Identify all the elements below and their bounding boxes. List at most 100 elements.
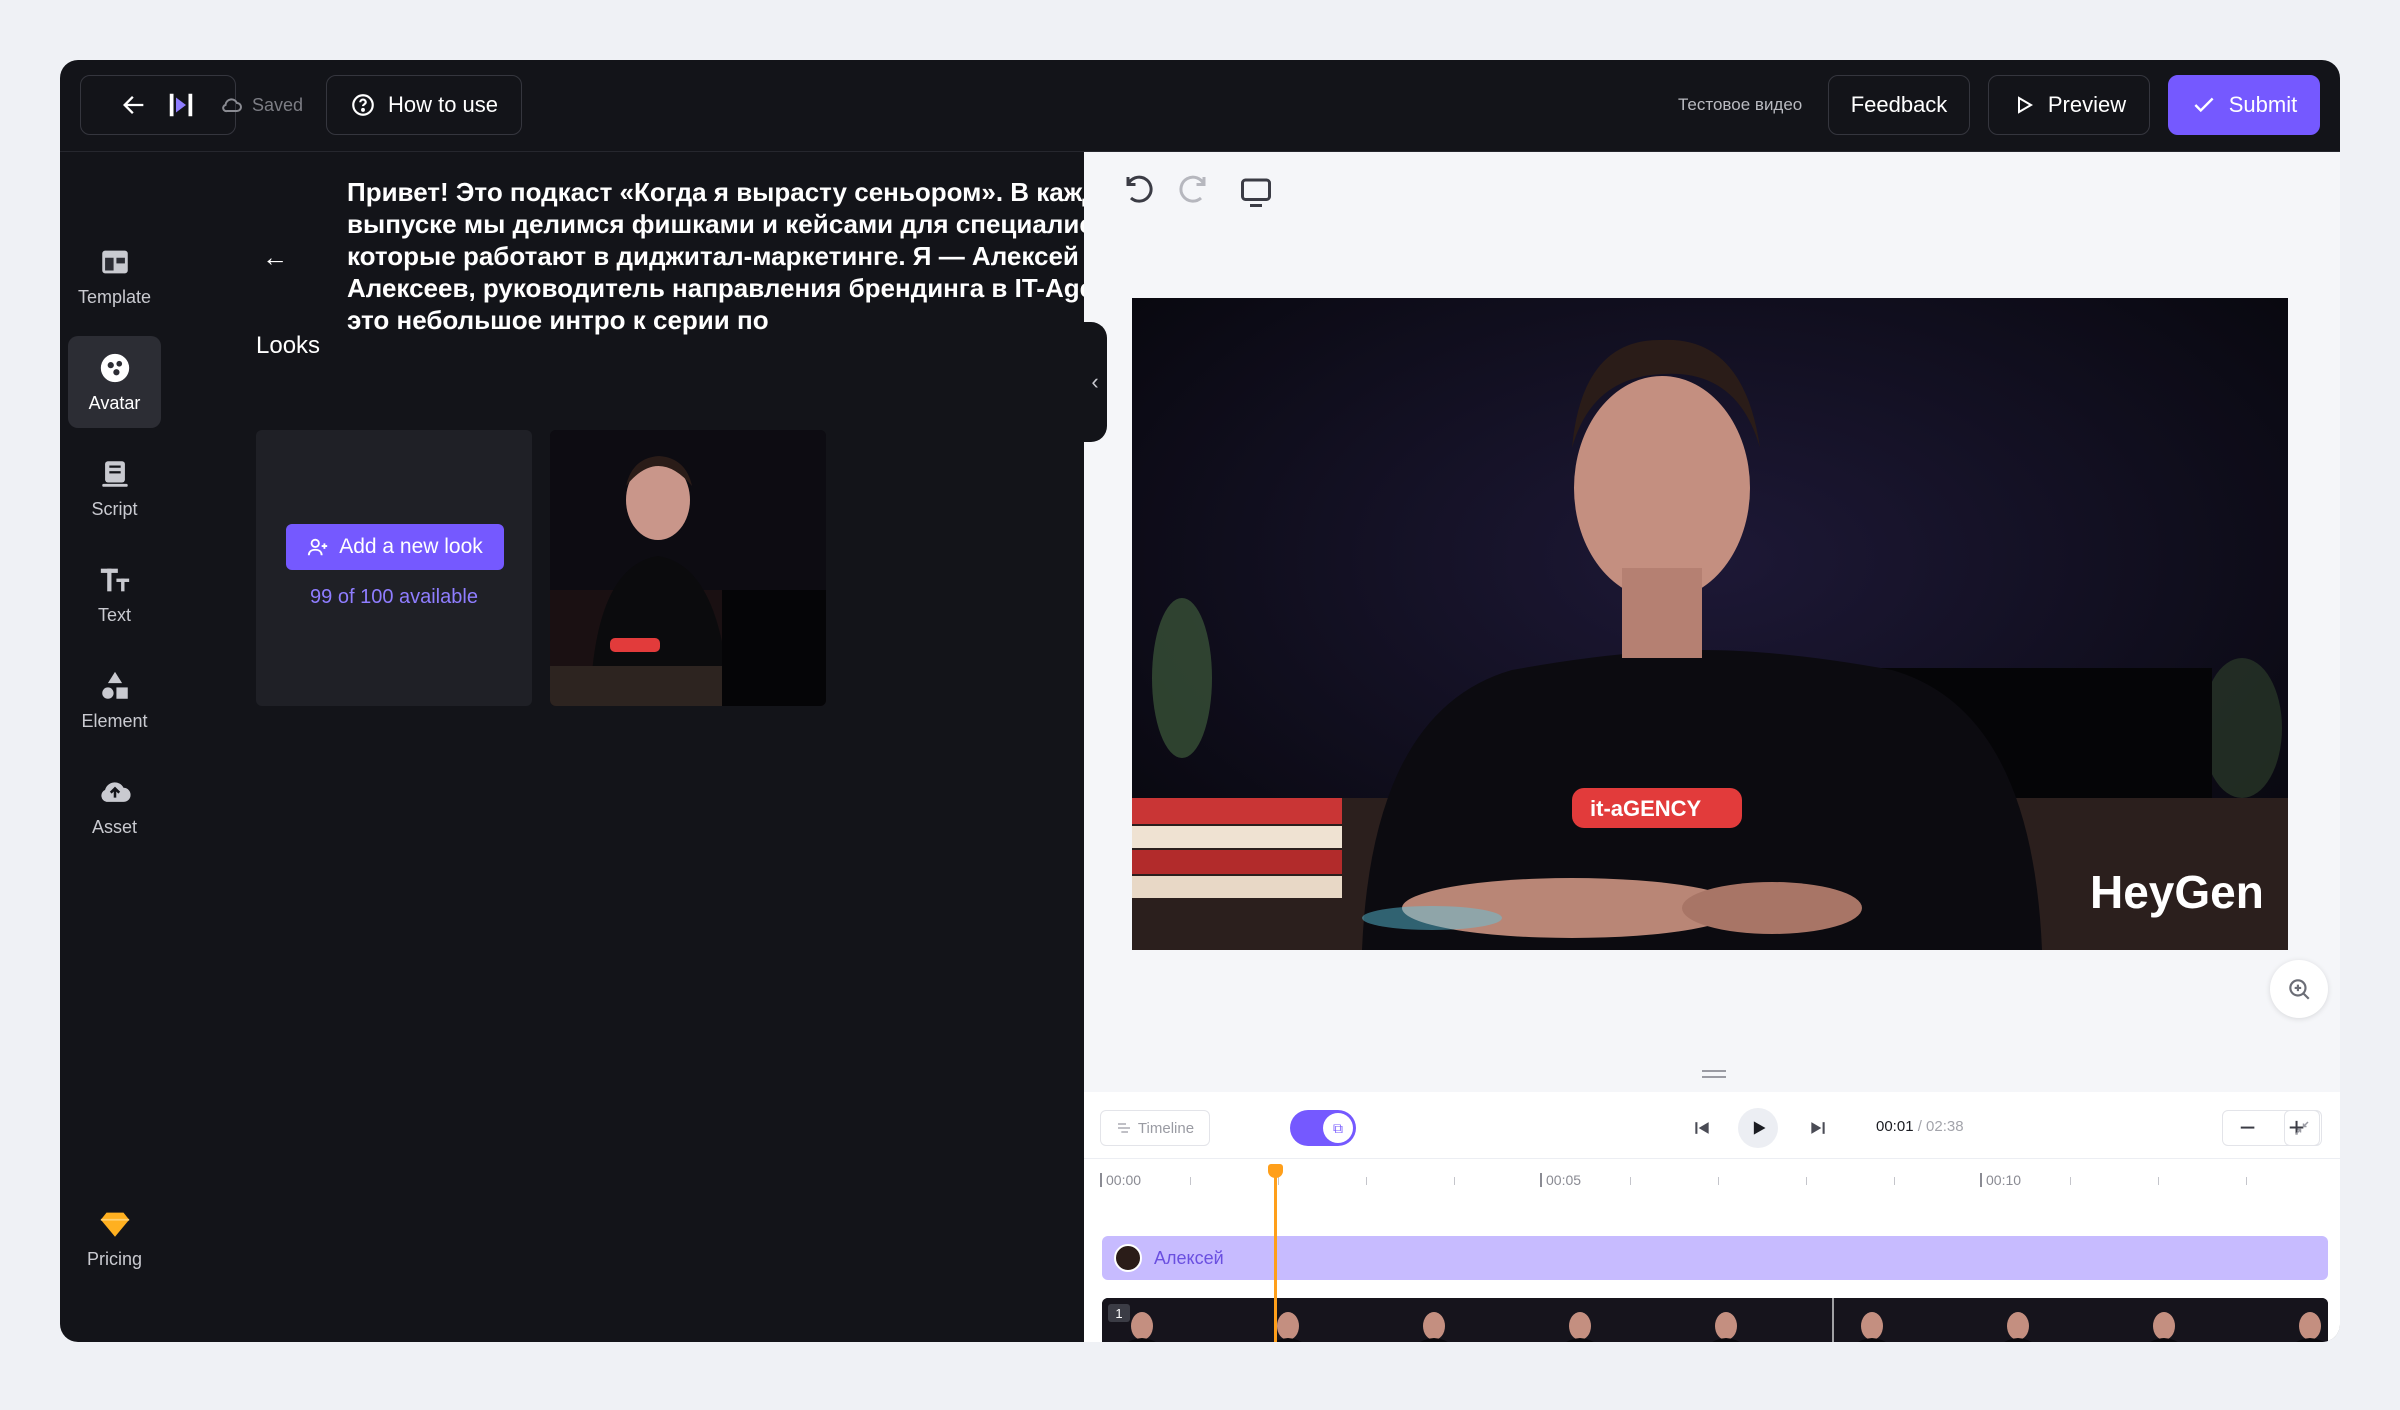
canvas-workspace: it-aGENCY HeyGen Timeline ⧉ 00:01 / 02:3… bbox=[1084, 152, 2340, 1342]
shirt-logo-text: it-aGENCY bbox=[1590, 796, 1702, 821]
screen-ratio-icon[interactable] bbox=[1238, 174, 1274, 210]
skip-forward-button[interactable] bbox=[1800, 1110, 1836, 1146]
skip-back-button[interactable] bbox=[1684, 1110, 1720, 1146]
cloud-icon bbox=[222, 98, 242, 113]
play-button[interactable] bbox=[1738, 1108, 1778, 1148]
nav-asset-label: Asset bbox=[91, 816, 138, 837]
asset-icon bbox=[100, 781, 131, 802]
nav-asset[interactable]: Asset bbox=[68, 760, 161, 852]
submit-button[interactable]: Submit bbox=[2168, 75, 2320, 135]
nav-avatar-label: Avatar bbox=[88, 392, 141, 413]
top-bar: Saved How to use Тестовое видео Feedback… bbox=[60, 60, 2340, 152]
add-new-look-button[interactable]: Add a new look bbox=[286, 524, 504, 570]
saved-label: Saved bbox=[252, 94, 304, 115]
playhead[interactable] bbox=[1268, 1164, 1283, 1342]
zoom-out-icon[interactable]: − bbox=[2239, 1112, 2255, 1144]
undo-icon[interactable] bbox=[1122, 174, 1158, 210]
diamond-icon bbox=[100, 1212, 129, 1237]
side-nav: Template Avatar Script Text Element Asse… bbox=[60, 152, 170, 1342]
tick bbox=[2070, 1177, 2071, 1185]
filmstrip-thumb bbox=[2299, 1312, 2321, 1340]
track-number: 1 bbox=[1108, 1304, 1130, 1322]
nav-element-label: Element bbox=[81, 710, 148, 731]
preview-label: Preview bbox=[2047, 92, 2127, 117]
looks-available: 99 of 100 available bbox=[310, 586, 478, 608]
filmstrip-thumb bbox=[1569, 1312, 1591, 1340]
tick-label: 00:00 bbox=[1100, 1173, 1141, 1187]
nav-script[interactable]: Script bbox=[68, 442, 161, 534]
filmstrip-thumb bbox=[1861, 1312, 1883, 1340]
nav-pricing[interactable]: Pricing bbox=[68, 1192, 161, 1284]
heygen-watermark: HeyGen bbox=[2090, 866, 2264, 918]
tick bbox=[1718, 1177, 1719, 1185]
filmstrip-thumb bbox=[1715, 1312, 1737, 1340]
project-title[interactable]: Тестовое видео bbox=[1678, 75, 1802, 135]
tick bbox=[2246, 1177, 2247, 1185]
video-track[interactable]: 1 bbox=[1102, 1298, 2328, 1342]
tick bbox=[1190, 1177, 1191, 1185]
play-outline-icon bbox=[2017, 96, 2033, 114]
collapse-arrows-icon bbox=[2295, 1121, 2309, 1135]
avatar-track-label: Алексей bbox=[1154, 1247, 1224, 1268]
timeline-tab[interactable]: Timeline bbox=[1100, 1110, 1210, 1146]
template-icon bbox=[101, 250, 128, 273]
add-new-look-label: Add a new look bbox=[339, 535, 483, 558]
add-user-icon bbox=[308, 538, 328, 556]
add-look-card: Add a new look 99 of 100 available bbox=[256, 430, 532, 706]
tick bbox=[2158, 1177, 2159, 1185]
fit-timeline-button[interactable] bbox=[2284, 1110, 2320, 1146]
avatar-track[interactable]: Алексей bbox=[1102, 1236, 2328, 1280]
help-circle-icon bbox=[352, 94, 374, 116]
tick bbox=[1894, 1177, 1895, 1185]
tick-label: 00:10 bbox=[1980, 1173, 2021, 1187]
tick-label: 00:05 bbox=[1540, 1173, 1581, 1187]
tick bbox=[1806, 1177, 1807, 1185]
element-icon bbox=[101, 671, 128, 699]
saved-status: Saved bbox=[220, 75, 303, 135]
feedback-button[interactable]: Feedback bbox=[1828, 75, 1970, 135]
layers-icon: ⧉ bbox=[1323, 1113, 1353, 1143]
back-button[interactable] bbox=[80, 75, 236, 135]
script-text[interactable]: Привет! Это подкаст «Когда я вырасту сен… bbox=[347, 176, 1177, 336]
tick bbox=[1454, 1177, 1455, 1185]
resize-handle[interactable] bbox=[1702, 1070, 1726, 1078]
arrow-left-icon bbox=[123, 96, 144, 114]
editor-window: Saved How to use Тестовое видео Feedback… bbox=[60, 60, 2340, 1342]
filmstrip-thumb bbox=[1423, 1312, 1445, 1340]
canvas-zoom-button[interactable] bbox=[2270, 960, 2328, 1018]
looks-title: Looks bbox=[256, 332, 321, 359]
timeline-icon bbox=[1117, 1123, 1130, 1133]
how-to-use-label: How to use bbox=[387, 92, 499, 117]
filmstrip-thumb bbox=[1277, 1312, 1299, 1340]
play-icon bbox=[1753, 1121, 1766, 1135]
redo-icon[interactable] bbox=[1174, 174, 1210, 210]
avatar-look-image bbox=[550, 430, 826, 706]
nav-element[interactable]: Element bbox=[68, 654, 161, 746]
timeline-tab-label: Timeline bbox=[1137, 1119, 1195, 1137]
tick bbox=[1278, 1177, 1279, 1185]
nav-pricing-label: Pricing bbox=[86, 1248, 143, 1269]
avatar-icon bbox=[100, 353, 129, 382]
video-preview[interactable]: it-aGENCY HeyGen bbox=[1132, 298, 2288, 950]
how-to-use-button[interactable]: How to use bbox=[326, 75, 522, 135]
current-time: 00:01 bbox=[1876, 1118, 1914, 1135]
time-display: 00:01 / 02:38 bbox=[1876, 1118, 1964, 1135]
tick bbox=[1366, 1177, 1367, 1185]
look-thumbnail[interactable] bbox=[550, 430, 826, 706]
submit-label: Submit bbox=[2228, 92, 2298, 117]
collapse-panel-button[interactable]: ‹ bbox=[1083, 322, 1107, 442]
nav-text-label: Text bbox=[97, 604, 131, 625]
nav-template-label: Template bbox=[77, 286, 152, 307]
nav-template[interactable]: Template bbox=[68, 230, 161, 322]
nav-text[interactable]: Text bbox=[68, 548, 161, 640]
timeline-panel: Timeline ⧉ 00:01 / 02:38 − + 00:00 00:05… bbox=[1084, 1092, 2340, 1342]
check-icon bbox=[2194, 97, 2214, 113]
nav-avatar[interactable]: Avatar bbox=[68, 336, 161, 428]
avatar-panel: ← Привет! Это подкаст «Когда я вырасту с… bbox=[170, 152, 1170, 1342]
layer-toggle[interactable]: ⧉ bbox=[1290, 1110, 1356, 1146]
skip-forward-icon bbox=[1811, 1122, 1825, 1134]
avatar-video-frame: it-aGENCY HeyGen bbox=[1132, 298, 2288, 950]
preview-button[interactable]: Preview bbox=[1988, 75, 2150, 135]
filmstrip-thumb bbox=[2153, 1312, 2175, 1340]
script-back-arrow-icon[interactable]: ← bbox=[262, 242, 288, 273]
